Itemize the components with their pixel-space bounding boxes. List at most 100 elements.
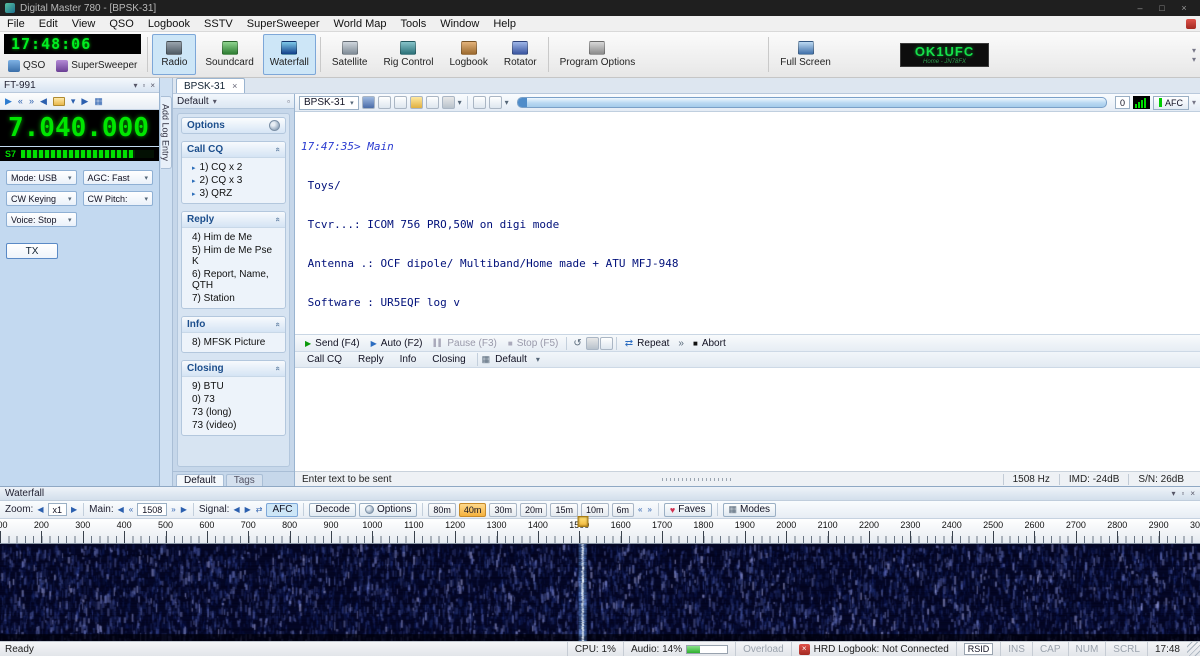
collapse-icon[interactable]: « [273,366,282,370]
pin-icon[interactable]: ▫ [1181,489,1184,498]
auto-button[interactable]: ▶Auto (F2) [366,338,428,349]
zoom-out-icon[interactable]: ◀ [36,505,44,514]
menu-view[interactable]: View [65,18,103,30]
waterfall-button[interactable]: Waterfall [263,34,316,75]
macro-item[interactable]: 4) Him de Me [182,231,285,244]
waterfall-afc-toggle[interactable]: AFC [266,503,298,517]
modes-button[interactable]: ▦Modes [723,503,777,517]
collapse-icon[interactable]: « [273,147,282,151]
menu-worldmap[interactable]: World Map [327,18,394,30]
menu-window[interactable]: Window [433,18,486,30]
program-options-button[interactable]: Program Options [553,34,643,75]
decode-button[interactable]: Decode [309,503,355,517]
main-step-down-icon[interactable]: « [128,505,134,514]
satellite-button[interactable]: Satellite [325,34,375,75]
attach-icon[interactable] [442,96,455,109]
panel-close-icon[interactable]: × [1190,489,1195,498]
play-icon[interactable]: ▶ [5,96,12,107]
signal-prev-icon[interactable]: ◀ [232,505,240,514]
grid-icon[interactable] [489,96,502,109]
band-next-icon[interactable]: » [646,505,652,514]
tab-tags[interactable]: Tags [226,474,263,486]
band-15m[interactable]: 15m [550,503,578,517]
folder-caret-icon[interactable]: ▾ [71,96,76,107]
preset-caret-icon[interactable]: ▾ [213,97,217,106]
macro-item[interactable]: 5) Him de Me Pse K [182,244,285,268]
undo-icon[interactable]: ↺ [570,338,584,349]
pin-icon[interactable]: ▫ [142,81,145,90]
tab-bpsk31[interactable]: BPSK-31 × [176,78,245,93]
nav-left-icon[interactable]: « [18,96,23,106]
nav-right-icon[interactable]: » [29,96,34,106]
attach-icon[interactable] [586,337,599,350]
splitter-grip[interactable] [662,478,732,481]
cw-keying-button[interactable]: CW Keying▾ [6,191,77,206]
waterfall-options-button[interactable]: Options [359,503,417,517]
mode-button[interactable]: Mode: USB▾ [6,170,77,185]
squelch-slider[interactable] [517,97,1107,108]
band-20m[interactable]: 20m [520,503,548,517]
frequency-display[interactable]: 7.040.000 [0,110,159,146]
section-closing-header[interactable]: Closing « [182,361,285,377]
macro-item[interactable]: 8) MFSK Picture [182,336,285,349]
cw-pitch-button[interactable]: CW Pitch:▾ [83,191,154,206]
main-frequency-value[interactable]: 1508 [137,503,167,516]
layout-grid-icon[interactable]: ▦ [94,96,103,107]
macro-item[interactable]: 0) 73 [182,393,285,406]
signal-next-icon[interactable]: ▶ [244,505,252,514]
icons-caret-icon[interactable]: ▾ [458,98,462,107]
main-up-icon[interactable]: ▶ [180,505,188,514]
zoom-in-icon[interactable]: ▶ [70,505,78,514]
signal-swap-icon[interactable]: ⇄ [255,505,264,514]
waterfall-display[interactable] [0,544,1200,641]
preset-caret-icon[interactable]: ▾ [536,355,540,364]
macro-item[interactable]: ▸3) QRZ [182,187,285,200]
band-prev-icon[interactable]: « [637,505,643,514]
supersweeper-button[interactable]: SuperSweeper [52,56,141,75]
new-icon[interactable] [378,96,391,109]
toolbar-overflow-icon[interactable]: ▾▾ [1192,34,1196,75]
preset-name[interactable]: Default [177,96,209,107]
tab-default[interactable]: Default [176,474,224,486]
voice-button[interactable]: Voice: Stop▾ [6,212,77,227]
menu-help[interactable]: Help [486,18,523,30]
agc-button[interactable]: AGC: Fast▾ [83,170,154,185]
pin-icon[interactable]: ▫ [287,97,290,106]
band-6m[interactable]: 6m [612,503,635,517]
main-down-icon[interactable]: ◀ [117,505,125,514]
waterfall-ruler[interactable]: 1002003004005006007008009001000110012001… [0,519,1200,544]
main-step-up-icon[interactable]: » [170,505,176,514]
rx-overflow-icon[interactable]: ▾ [1192,98,1196,107]
tx-button[interactable]: TX [6,243,58,259]
panel-menu-icon[interactable]: ▾ [133,81,137,90]
edit-icon[interactable] [394,96,407,109]
gear-icon[interactable] [269,120,280,131]
resize-grip[interactable] [1187,642,1200,656]
macrotab-info[interactable]: Info [393,354,424,365]
macrotab-callcq[interactable]: Call CQ [300,354,349,365]
collapse-icon[interactable]: « [273,322,282,326]
minimize-button[interactable]: – [1129,3,1151,13]
snapshot-icon[interactable] [600,337,613,350]
mode-select[interactable]: BPSK-31▾ [299,96,359,110]
nav-back-icon[interactable]: ◀ [40,96,47,107]
nav-fwd-icon[interactable]: ▶ [81,96,88,107]
options-header[interactable]: Options [181,117,286,134]
macrotab-preset[interactable]: Default [492,354,534,365]
macro-item[interactable]: 9) BTU [182,380,285,393]
section-call-cq-header[interactable]: Call CQ « [182,142,285,158]
more-icon[interactable]: » [675,338,687,349]
panel-close-icon[interactable]: × [150,81,155,90]
macro-item[interactable]: ▸1) CQ x 2 [182,161,285,174]
faves-button[interactable]: ♥Faves [664,503,712,517]
pause-button[interactable]: ▌▌Pause (F3) [428,338,501,349]
qso-button[interactable]: QSO [4,56,49,75]
close-button[interactable]: × [1173,3,1195,13]
add-log-entry-tab[interactable]: Add Log Entry [161,96,172,169]
band-40m[interactable]: 40m [459,503,487,517]
section-info-header[interactable]: Info « [182,317,285,333]
save-icon[interactable] [362,96,375,109]
macrotab-closing[interactable]: Closing [425,354,472,365]
macro-item[interactable]: 7) Station [182,292,285,305]
afc-toggle[interactable]: AFC [1153,96,1189,110]
